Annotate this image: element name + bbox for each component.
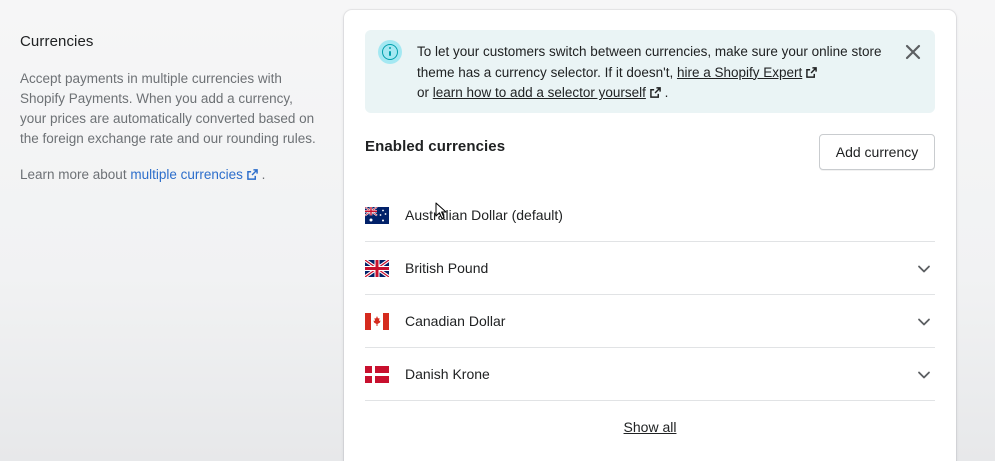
currency-name: Danish Krone <box>405 366 490 382</box>
show-all-container: Show all <box>344 419 956 437</box>
external-link-icon <box>247 169 258 180</box>
section-description: Accept payments in multiple currencies w… <box>20 71 316 146</box>
hire-expert-link[interactable]: hire a Shopify Expert <box>676 64 818 80</box>
currency-name: Canadian Dollar <box>405 313 506 329</box>
mouse-cursor-icon <box>435 202 447 219</box>
external-link-icon <box>806 66 818 78</box>
learn-more-prefix: Learn more about <box>20 167 131 182</box>
info-icon <box>378 40 402 64</box>
canada-flag-icon <box>365 312 389 330</box>
denmark-flag-icon <box>365 365 389 383</box>
section-heading: Currencies <box>20 33 94 50</box>
chevron-down-icon[interactable] <box>917 315 931 329</box>
currencies-card: To let your customers switch between cur… <box>344 10 956 461</box>
add-selector-link[interactable]: learn how to add a selector yourself <box>433 85 661 100</box>
external-link-icon <box>650 87 661 98</box>
australia-flag-icon <box>365 206 389 224</box>
currency-row-gbp[interactable]: British Pound <box>365 242 935 295</box>
hire-expert-link-label: hire a Shopify Expert <box>676 64 803 80</box>
settings-description-panel: Currencies Accept payments in multiple c… <box>20 33 320 185</box>
currency-row-aud: Australian Dollar (default) <box>365 189 935 242</box>
learn-more-suffix: . <box>257 167 266 182</box>
multiple-currencies-link-label: multiple currencies <box>130 167 243 182</box>
banner-text-part-2: or <box>417 85 433 100</box>
currency-row-cad[interactable]: Canadian Dollar <box>365 295 935 348</box>
chevron-down-icon[interactable] <box>917 368 931 382</box>
currency-name: Australian Dollar (default) <box>405 207 563 223</box>
add-currency-button[interactable]: Add currency <box>819 134 935 170</box>
uk-flag-icon <box>365 259 389 277</box>
learn-more-text: Learn more about multiple currencies . <box>20 165 320 185</box>
currency-name: British Pound <box>405 260 489 276</box>
banner-text: To let your customers switch between cur… <box>417 42 887 104</box>
enabled-currencies-heading: Enabled currencies <box>365 138 506 155</box>
close-icon[interactable] <box>905 44 921 60</box>
chevron-down-icon[interactable] <box>917 262 931 276</box>
multiple-currencies-link[interactable]: multiple currencies <box>130 167 258 182</box>
info-banner: To let your customers switch between cur… <box>365 30 935 113</box>
currency-row-dkk[interactable]: Danish Krone <box>365 348 935 401</box>
currency-list: Australian Dollar (default) British Poun… <box>365 189 935 401</box>
add-selector-link-label: learn how to add a selector yourself <box>432 85 646 100</box>
banner-text-part-3: . <box>660 85 669 100</box>
show-all-link[interactable]: Show all <box>624 419 677 435</box>
